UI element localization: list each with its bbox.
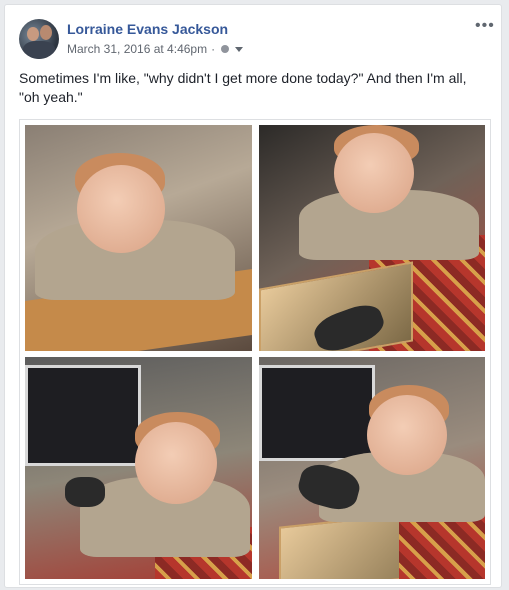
computer-monitor [25,365,141,466]
avatar-face-right [40,25,52,40]
author-name-link[interactable]: Lorraine Evans Jackson [67,21,228,37]
more-options-icon[interactable]: ••• [475,17,495,35]
chevron-down-icon[interactable] [235,46,244,52]
post-timestamp-link[interactable]: March 31, 2016 at 4:46pm [67,42,207,56]
photo-3[interactable] [25,357,252,579]
baby-face [367,395,447,475]
computer-mouse [65,477,105,507]
globe-icon[interactable] [221,45,230,53]
avatar-figures [23,41,55,59]
meta-separator: · [211,42,216,56]
photo-grid [19,119,491,585]
author-avatar[interactable] [19,19,59,59]
baby-face [334,133,414,213]
post-text: Sometimes I'm like, "why didn't I get mo… [19,70,467,105]
post-card: Lorraine Evans Jackson March 31, 2016 at… [4,4,502,588]
post-meta: March 31, 2016 at 4:46pm · [67,42,244,56]
photo-4[interactable] [259,357,485,579]
photo-1[interactable] [25,125,252,351]
photo-2[interactable] [259,125,485,351]
computer-monitor [259,365,375,461]
baby-face [135,422,217,504]
baby-face [77,165,165,253]
avatar-face-left [27,27,39,41]
